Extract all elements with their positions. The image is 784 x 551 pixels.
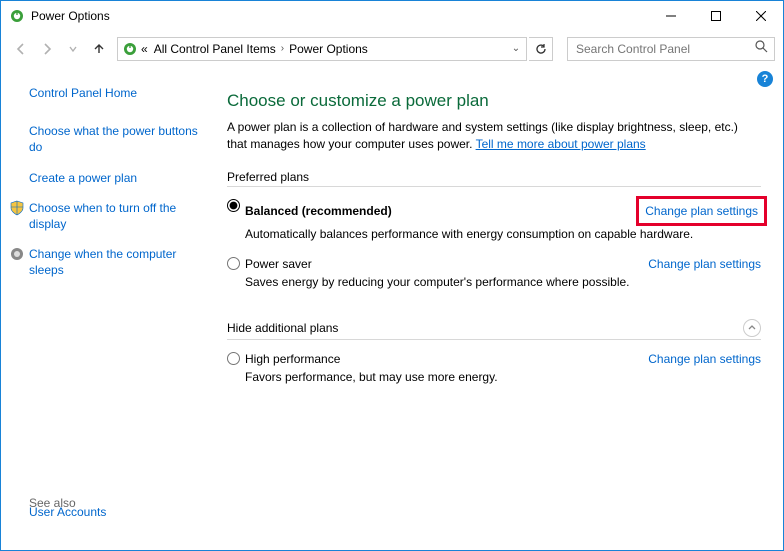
address-dropdown[interactable]: ⌄	[508, 43, 524, 54]
additional-plans-group: Hide additional plans High performance C…	[227, 319, 761, 398]
plan-saver-name[interactable]: Power saver	[245, 257, 312, 271]
recent-dropdown[interactable]	[61, 37, 85, 61]
plan-saver-radio[interactable]	[227, 257, 240, 270]
plan-balanced-name[interactable]: Balanced (recommended)	[245, 204, 392, 218]
sidebar-link-turn-off-display[interactable]: Choose when to turn off the display	[29, 200, 203, 232]
preferred-plans-group: Preferred plans Balanced (recommended) C…	[227, 170, 761, 303]
sidebar-link-create-plan[interactable]: Create a power plan	[29, 170, 203, 186]
sidebar-link-power-buttons[interactable]: Choose what the power buttons do	[29, 123, 203, 155]
power-options-icon	[122, 41, 138, 57]
window: Power Options « All Control Panel Items …	[0, 0, 784, 551]
up-button[interactable]	[87, 37, 111, 61]
main-panel: ? Choose or customize a power plan A pow…	[211, 67, 783, 550]
sidebar-link-computer-sleeps[interactable]: Change when the computer sleeps	[29, 246, 203, 278]
window-title: Power Options	[31, 9, 648, 23]
forward-button[interactable]	[35, 37, 59, 61]
titlebar: Power Options	[1, 1, 783, 31]
minimize-button[interactable]	[648, 2, 693, 31]
page-heading: Choose or customize a power plan	[227, 91, 761, 111]
chevron-right-icon[interactable]: ›	[279, 43, 286, 54]
search-icon[interactable]	[754, 39, 768, 58]
close-button[interactable]	[738, 2, 783, 31]
sidebar: Control Panel Home Choose what the power…	[1, 67, 211, 550]
power-options-icon	[9, 8, 25, 24]
change-plan-settings-saver[interactable]: Change plan settings	[648, 257, 761, 271]
maximize-button[interactable]	[693, 2, 738, 31]
search-box[interactable]	[567, 37, 775, 61]
nav-toolbar: « All Control Panel Items › Power Option…	[1, 31, 783, 66]
sidebar-link-user-accounts[interactable]: User Accounts	[29, 504, 106, 520]
plan-high-performance: High performance Change plan settings Fa…	[227, 350, 761, 398]
collapse-icon[interactable]	[743, 319, 761, 337]
refresh-button[interactable]	[529, 37, 553, 61]
plan-balanced-radio[interactable]	[227, 199, 240, 212]
plan-balanced: Balanced (recommended) Change plan setti…	[227, 197, 761, 255]
search-input[interactable]	[574, 41, 754, 57]
plan-high-desc: Favors performance, but may use more ene…	[245, 370, 761, 384]
group-header-additional[interactable]: Hide additional plans	[227, 319, 761, 340]
back-button[interactable]	[9, 37, 33, 61]
plan-power-saver: Power saver Change plan settings Saves e…	[227, 255, 761, 303]
shield-icon	[9, 246, 25, 262]
plan-saver-desc: Saves energy by reducing your computer's…	[245, 275, 761, 289]
plan-high-name[interactable]: High performance	[245, 352, 340, 366]
plan-balanced-desc: Automatically balances performance with …	[245, 227, 761, 241]
change-plan-settings-balanced[interactable]: Change plan settings	[645, 204, 758, 218]
help-icon[interactable]: ?	[757, 71, 773, 87]
breadcrumb-level1[interactable]: All Control Panel Items	[151, 42, 279, 56]
learn-more-link[interactable]: Tell me more about power plans	[476, 137, 646, 151]
shield-icon	[9, 200, 25, 216]
page-intro: A power plan is a collection of hardware…	[227, 119, 761, 154]
change-plan-settings-high[interactable]: Change plan settings	[648, 352, 761, 366]
breadcrumb-root[interactable]: «	[138, 42, 151, 56]
address-bar[interactable]: « All Control Panel Items › Power Option…	[117, 37, 527, 61]
content-area: Control Panel Home Choose what the power…	[1, 67, 783, 550]
breadcrumb-level2[interactable]: Power Options	[286, 42, 371, 56]
control-panel-home-link[interactable]: Control Panel Home	[29, 85, 203, 101]
group-header-preferred: Preferred plans	[227, 170, 761, 187]
plan-high-radio[interactable]	[227, 352, 240, 365]
